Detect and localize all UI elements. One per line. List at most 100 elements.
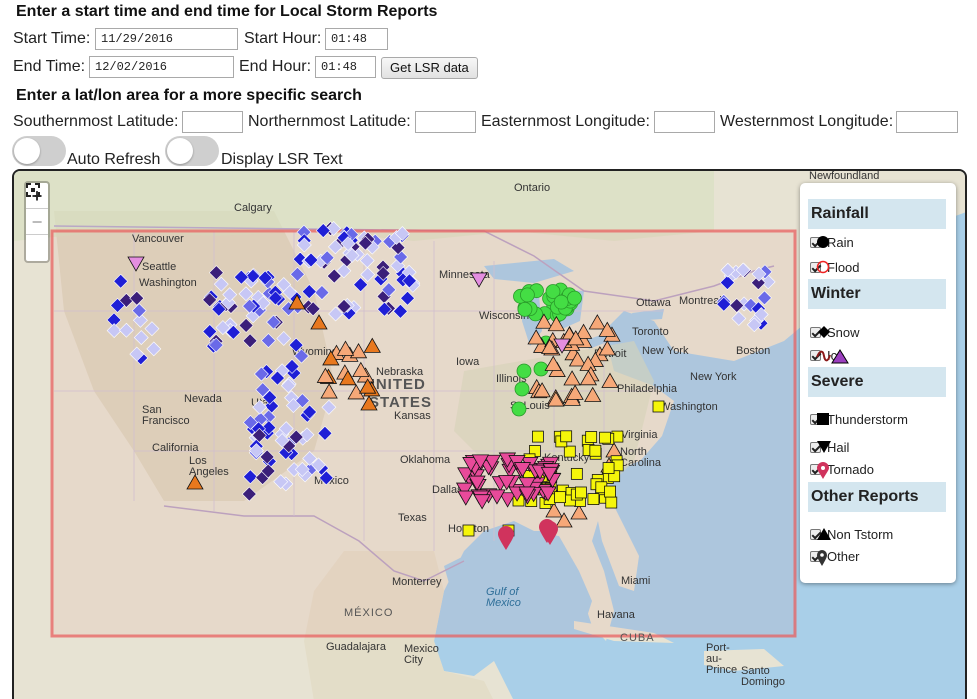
- legend-other-toggle[interactable]: Other: [810, 549, 860, 566]
- other-pin-icon: [817, 550, 827, 566]
- thunderstorm-report-marker[interactable]: [585, 431, 598, 443]
- south-latitude-label: Southernmost Latitude:: [13, 113, 179, 130]
- start-time-label: Start Time:: [13, 30, 91, 47]
- end-time-input[interactable]: [89, 56, 234, 78]
- map-label-states: STATES: [369, 394, 432, 411]
- map-label-toronto: Toronto: [632, 326, 669, 338]
- legend-severe-heading: Severe: [808, 367, 946, 397]
- area-section-heading: Enter a lat/lon area for a more specific…: [16, 87, 362, 104]
- map-label-guadalajara: Guadalajara: [326, 641, 387, 653]
- map-label-havana: Havana: [597, 609, 636, 621]
- rain-dot-icon: [817, 236, 829, 248]
- map-label-washington-dc: Washington: [660, 401, 718, 413]
- legend-flood-toggle[interactable]: Flood: [810, 260, 860, 276]
- legend-tornado-toggle[interactable]: Tornado: [810, 462, 874, 479]
- thunderstorm-report-marker[interactable]: [605, 496, 618, 509]
- ice-squiggle-icon: [816, 349, 849, 364]
- thunderstorm-report-marker[interactable]: [532, 430, 544, 443]
- hail-triangle-icon: [817, 441, 831, 453]
- west-longitude-label: Westernmost Longitude:: [720, 113, 894, 130]
- north-latitude-label: Northernmost Latitude:: [248, 113, 411, 130]
- thunderstorm-report-marker[interactable]: [602, 462, 615, 474]
- map-label-santo-domingo: Santo Domingo: [741, 665, 785, 688]
- thunderstorm-report-marker[interactable]: [462, 524, 475, 537]
- legend-non-tstorm-toggle[interactable]: Non Tstorm: [810, 527, 893, 543]
- rain-report-marker[interactable]: [516, 363, 532, 379]
- map-label-seattle: Seattle: [142, 261, 176, 273]
- legend-rain-toggle[interactable]: Rain: [810, 235, 854, 251]
- start-hour-input[interactable]: [325, 28, 388, 50]
- legend-hail-toggle[interactable]: Hail: [810, 440, 849, 456]
- thunderstorm-report-marker[interactable]: [652, 400, 665, 413]
- thunderstorm-report-marker[interactable]: [599, 431, 611, 444]
- get-lsr-data-button[interactable]: Get LSR data: [381, 57, 478, 79]
- map-label-calgary: Calgary: [234, 202, 272, 214]
- zoom-out-button[interactable]: −: [26, 209, 48, 235]
- thunderstorm-label: Thunderstorm: [827, 412, 908, 427]
- map-label-virginia: Virginia: [621, 429, 658, 441]
- map-label-boston: Boston: [736, 345, 770, 357]
- map-label-nevada: Nevada: [184, 393, 223, 405]
- map-label-newfoundland: Newfoundland: [809, 171, 879, 182]
- thunderstorm-report-marker[interactable]: [554, 491, 566, 504]
- rain-report-marker[interactable]: [517, 301, 533, 317]
- south-latitude-input[interactable]: [182, 111, 243, 133]
- thunderstorm-square-icon: [817, 413, 829, 425]
- east-longitude-input[interactable]: [654, 111, 715, 133]
- thunderstorm-report-marker[interactable]: [570, 467, 583, 480]
- map-label-philadelphia: Philadelphia: [617, 383, 678, 395]
- legend-rainfall-heading: Rainfall: [808, 199, 946, 229]
- map-label-ottawa: Ottawa: [636, 297, 672, 309]
- map-label-monterrey: Monterrey: [392, 576, 442, 588]
- legend-snow-toggle[interactable]: Snow: [810, 325, 860, 341]
- legend-ice-toggle[interactable]: Ice: [810, 348, 849, 364]
- rain-report-marker[interactable]: [511, 401, 527, 417]
- zoom-control: + −: [24, 181, 50, 263]
- map-label-montreal: Montreal: [679, 295, 722, 307]
- tornado-label: Tornado: [827, 462, 874, 477]
- map-label-new-york-city: New York: [690, 371, 737, 383]
- flood-label: Flood: [827, 260, 860, 275]
- fullscreen-button[interactable]: [26, 183, 48, 261]
- thunderstorm-report-marker[interactable]: [560, 430, 573, 443]
- display-lsr-text-toggle[interactable]: [165, 136, 219, 166]
- legend-other-heading: Other Reports: [808, 482, 946, 512]
- snow-diamond-icon: [818, 326, 830, 338]
- rain-report-marker[interactable]: [520, 287, 535, 303]
- start-time-input[interactable]: [95, 28, 238, 50]
- east-longitude-label: Easternmost Longitude:: [481, 113, 650, 130]
- end-hour-input[interactable]: [315, 56, 376, 78]
- storm-report-map[interactable]: Ontario Newfoundland Calgary Vancouver Seatt…: [12, 169, 967, 699]
- auto-refresh-toggle[interactable]: [12, 136, 66, 166]
- west-longitude-input[interactable]: [896, 111, 958, 133]
- non-tstorm-triangle-icon: [817, 528, 831, 540]
- map-label-new-york-state: New York: [642, 345, 689, 357]
- non-tstorm-label: Non Tstorm: [827, 527, 894, 542]
- rain-report-marker[interactable]: [567, 290, 582, 306]
- map-label-ontario: Ontario: [514, 182, 550, 194]
- thunderstorm-report-marker[interactable]: [575, 486, 587, 499]
- auto-refresh-label: Auto Refresh: [67, 151, 161, 168]
- map-label-iowa: Iowa: [456, 356, 480, 368]
- map-label-cuba: CUBA: [620, 632, 655, 644]
- rain-report-marker[interactable]: [514, 381, 530, 397]
- map-label-kansas: Kansas: [394, 410, 431, 422]
- map-label-gulf: Gulf of Mexico: [486, 586, 521, 609]
- flood-circle-icon: [816, 260, 830, 274]
- map-label-texas: Texas: [398, 512, 427, 524]
- map-label-california: California: [152, 442, 199, 454]
- map-label-mexico-country: MÉXICO: [344, 606, 393, 619]
- map-label-miami: Miami: [621, 575, 650, 587]
- thunderstorm-report-marker[interactable]: [589, 444, 602, 457]
- thunderstorm-report-marker[interactable]: [604, 485, 616, 498]
- map-label-washington-state: Washington: [139, 277, 197, 289]
- rain-report-marker[interactable]: [553, 294, 569, 310]
- thunderstorm-report-marker[interactable]: [587, 493, 600, 505]
- north-latitude-input[interactable]: [415, 111, 476, 133]
- thunderstorm-report-marker[interactable]: [563, 445, 576, 458]
- end-hour-label: End Hour:: [239, 58, 312, 75]
- rain-label: Rain: [827, 235, 854, 250]
- legend-thunderstorm-toggle[interactable]: Thunderstorm: [810, 412, 908, 428]
- map-label-oklahoma: Oklahoma: [400, 454, 451, 466]
- tornado-pin-icon: [817, 462, 829, 479]
